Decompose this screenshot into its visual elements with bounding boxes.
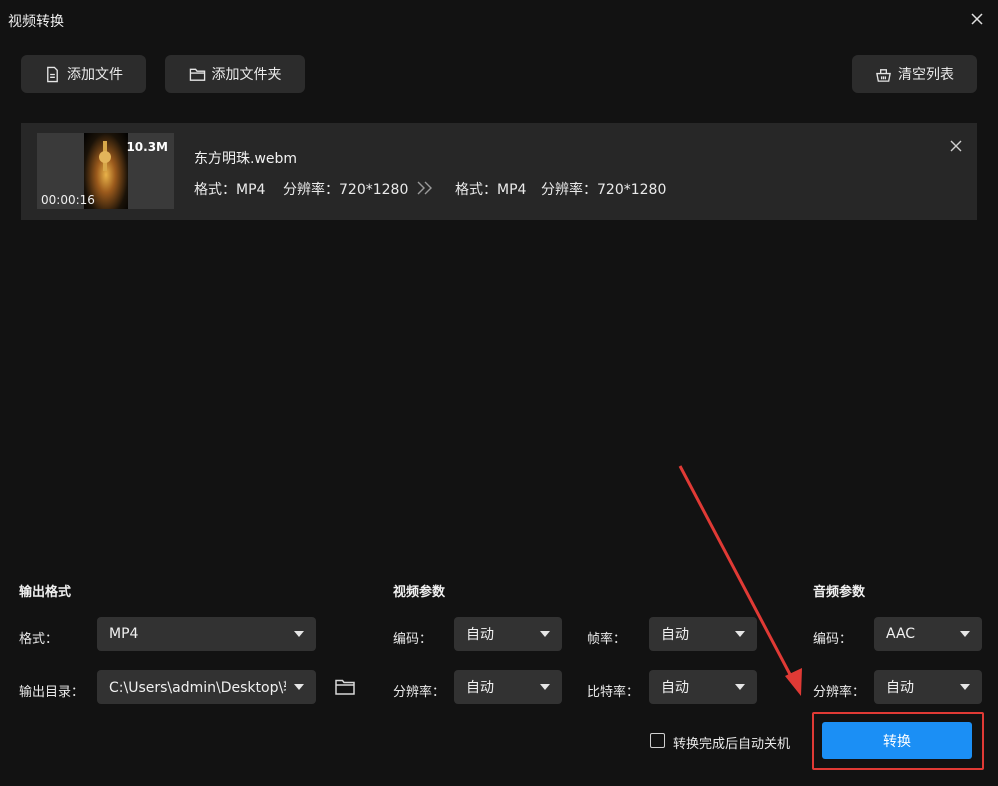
format-value: MP4 (109, 626, 139, 642)
framerate-label: 帧率： (587, 632, 627, 647)
chevron-down-icon (735, 684, 745, 690)
framerate-value: 自动 (661, 627, 689, 643)
chevron-down-icon (540, 684, 550, 690)
add-folder-label: 添加文件夹 (211, 67, 282, 83)
file-icon (47, 66, 58, 82)
video-resolution-select[interactable]: 自动 (454, 670, 562, 704)
remove-file-button[interactable] (947, 137, 965, 155)
audio-codec-label: 编码： (813, 632, 853, 647)
chevron-down-icon (960, 684, 970, 690)
annotation-arrow (678, 465, 802, 696)
audio-resolution-value: 自动 (886, 680, 914, 696)
video-codec-select[interactable]: 自动 (454, 617, 562, 651)
video-section-title: 视频参数 (393, 585, 446, 600)
target-format: 格式：MP4 (455, 182, 527, 198)
source-resolution: 分辨率：720*1280 (283, 182, 409, 198)
add-file-button[interactable]: 添加文件 (21, 55, 146, 93)
chevron-down-icon (960, 631, 970, 637)
window-title: 视频转换 (8, 14, 64, 30)
add-folder-button[interactable]: 添加文件夹 (165, 55, 305, 93)
auto-shutdown-label[interactable]: 转换完成后自动关机 (673, 733, 790, 752)
bitrate-label: 比特率： (587, 685, 640, 700)
thumbnail-tower-ball (99, 151, 111, 163)
video-codec-value: 自动 (466, 627, 494, 643)
audio-codec-value: AAC (886, 626, 916, 642)
chevron-down-icon (735, 631, 745, 637)
audio-codec-select[interactable]: AAC (874, 617, 982, 651)
chevron-down-icon (540, 631, 550, 637)
close-icon (950, 140, 962, 152)
add-file-label: 添加文件 (67, 67, 123, 83)
video-codec-label: 编码： (393, 632, 433, 647)
chevron-down-icon (294, 631, 304, 637)
source-format: 格式：MP4 (194, 182, 266, 198)
convert-button[interactable]: 转换 (822, 722, 972, 759)
file-name: 东方明珠.webm (194, 151, 298, 167)
video-resolution-label: 分辨率： (393, 685, 446, 700)
auto-shutdown-checkbox[interactable] (650, 733, 665, 748)
output-section-title: 输出格式 (19, 585, 72, 600)
output-dir-label: 输出目录： (19, 685, 85, 700)
video-resolution-value: 自动 (466, 680, 494, 696)
video-thumbnail: 10.3M 00:00:16 (37, 133, 174, 209)
folder-icon (189, 68, 205, 81)
folder-open-icon (335, 679, 355, 695)
double-chevron-right-icon (417, 181, 432, 195)
clear-list-label: 清空列表 (898, 67, 954, 83)
bitrate-value: 自动 (661, 680, 689, 696)
format-label: 格式： (19, 632, 59, 647)
clear-list-button[interactable]: 清空列表 (852, 55, 977, 93)
broom-icon (876, 68, 891, 82)
output-dir-value: C:\Users\admin\Desktop\转换 (109, 680, 286, 696)
target-resolution: 分辨率：720*1280 (541, 182, 667, 198)
chevron-down-icon (294, 684, 304, 690)
bitrate-select[interactable]: 自动 (649, 670, 757, 704)
file-size: 10.3M (126, 140, 168, 154)
framerate-select[interactable]: 自动 (649, 617, 757, 651)
audio-section-title: 音频参数 (813, 585, 866, 600)
file-list-item[interactable]: 10.3M 00:00:16 东方明珠.webm 格式：MP4 分辨率：720*… (21, 123, 977, 220)
output-dir-select[interactable]: C:\Users\admin\Desktop\转换 (97, 670, 316, 704)
format-select[interactable]: MP4 (97, 617, 316, 651)
close-icon (971, 13, 983, 25)
file-duration: 00:00:16 (41, 193, 95, 207)
close-window-button[interactable] (966, 8, 988, 30)
audio-resolution-label: 分辨率： (813, 685, 866, 700)
browse-folder-button[interactable] (334, 676, 356, 698)
audio-resolution-select[interactable]: 自动 (874, 670, 982, 704)
